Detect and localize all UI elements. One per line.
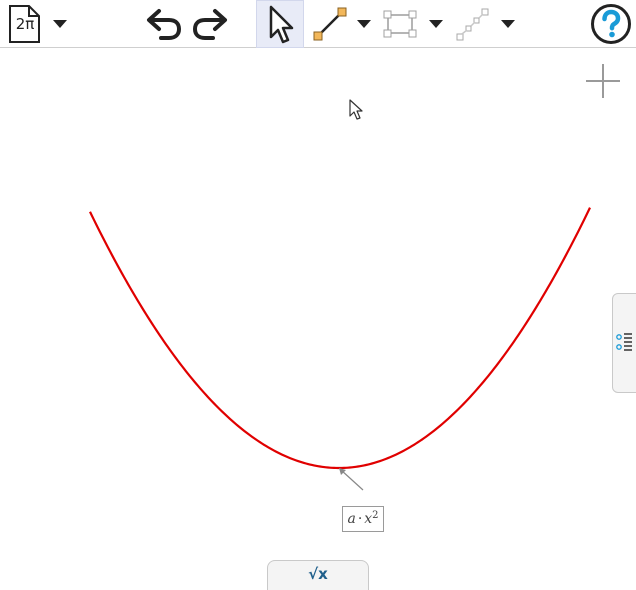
input-bar-toggle[interactable]: √x (267, 560, 369, 590)
move-tool-button[interactable] (256, 0, 304, 48)
segment-icon (313, 7, 347, 41)
label-variable: x (364, 511, 373, 527)
add-object-icon[interactable] (586, 64, 620, 98)
function-curve[interactable] (89, 207, 591, 470)
graph-canvas[interactable] (0, 48, 636, 584)
chevron-down-icon (501, 20, 515, 28)
help-icon (591, 4, 631, 44)
undo-button[interactable] (144, 0, 184, 48)
help-button[interactable] (588, 0, 634, 48)
move-icon (269, 5, 294, 44)
redo-button[interactable] (190, 0, 230, 48)
document-label: 2π (15, 15, 35, 33)
undo-icon (147, 9, 182, 40)
function-label[interactable]: a · x2 (342, 506, 384, 532)
points-menu-chevron[interactable] (498, 0, 518, 48)
redo-icon (192, 9, 227, 40)
segment-menu-chevron[interactable] (354, 0, 374, 48)
polygon-tool-button[interactable] (380, 0, 420, 48)
toolbar: 2π (0, 0, 636, 48)
chevron-down-icon (53, 20, 67, 28)
chevron-down-icon (429, 20, 443, 28)
document-menu-chevron[interactable] (50, 0, 70, 48)
document-button[interactable]: 2π (4, 0, 44, 48)
points-icon (456, 8, 489, 41)
label-connector (340, 469, 364, 491)
polygon-menu-chevron[interactable] (426, 0, 446, 48)
graphics-view[interactable]: a · x2 √x (0, 48, 636, 590)
polygon-icon (383, 10, 417, 38)
label-coefficient: a (347, 511, 356, 527)
label-exponent: 2 (372, 509, 379, 521)
sqrt-icon: √x (308, 565, 328, 583)
segment-tool-button[interactable] (310, 0, 350, 48)
algebra-view-toggle[interactable] (612, 293, 636, 393)
chevron-down-icon (357, 20, 371, 28)
label-dot: · (357, 511, 363, 527)
points-tool-button[interactable] (452, 0, 492, 48)
mouse-cursor-icon (349, 99, 363, 120)
algebra-list-icon (616, 333, 632, 351)
